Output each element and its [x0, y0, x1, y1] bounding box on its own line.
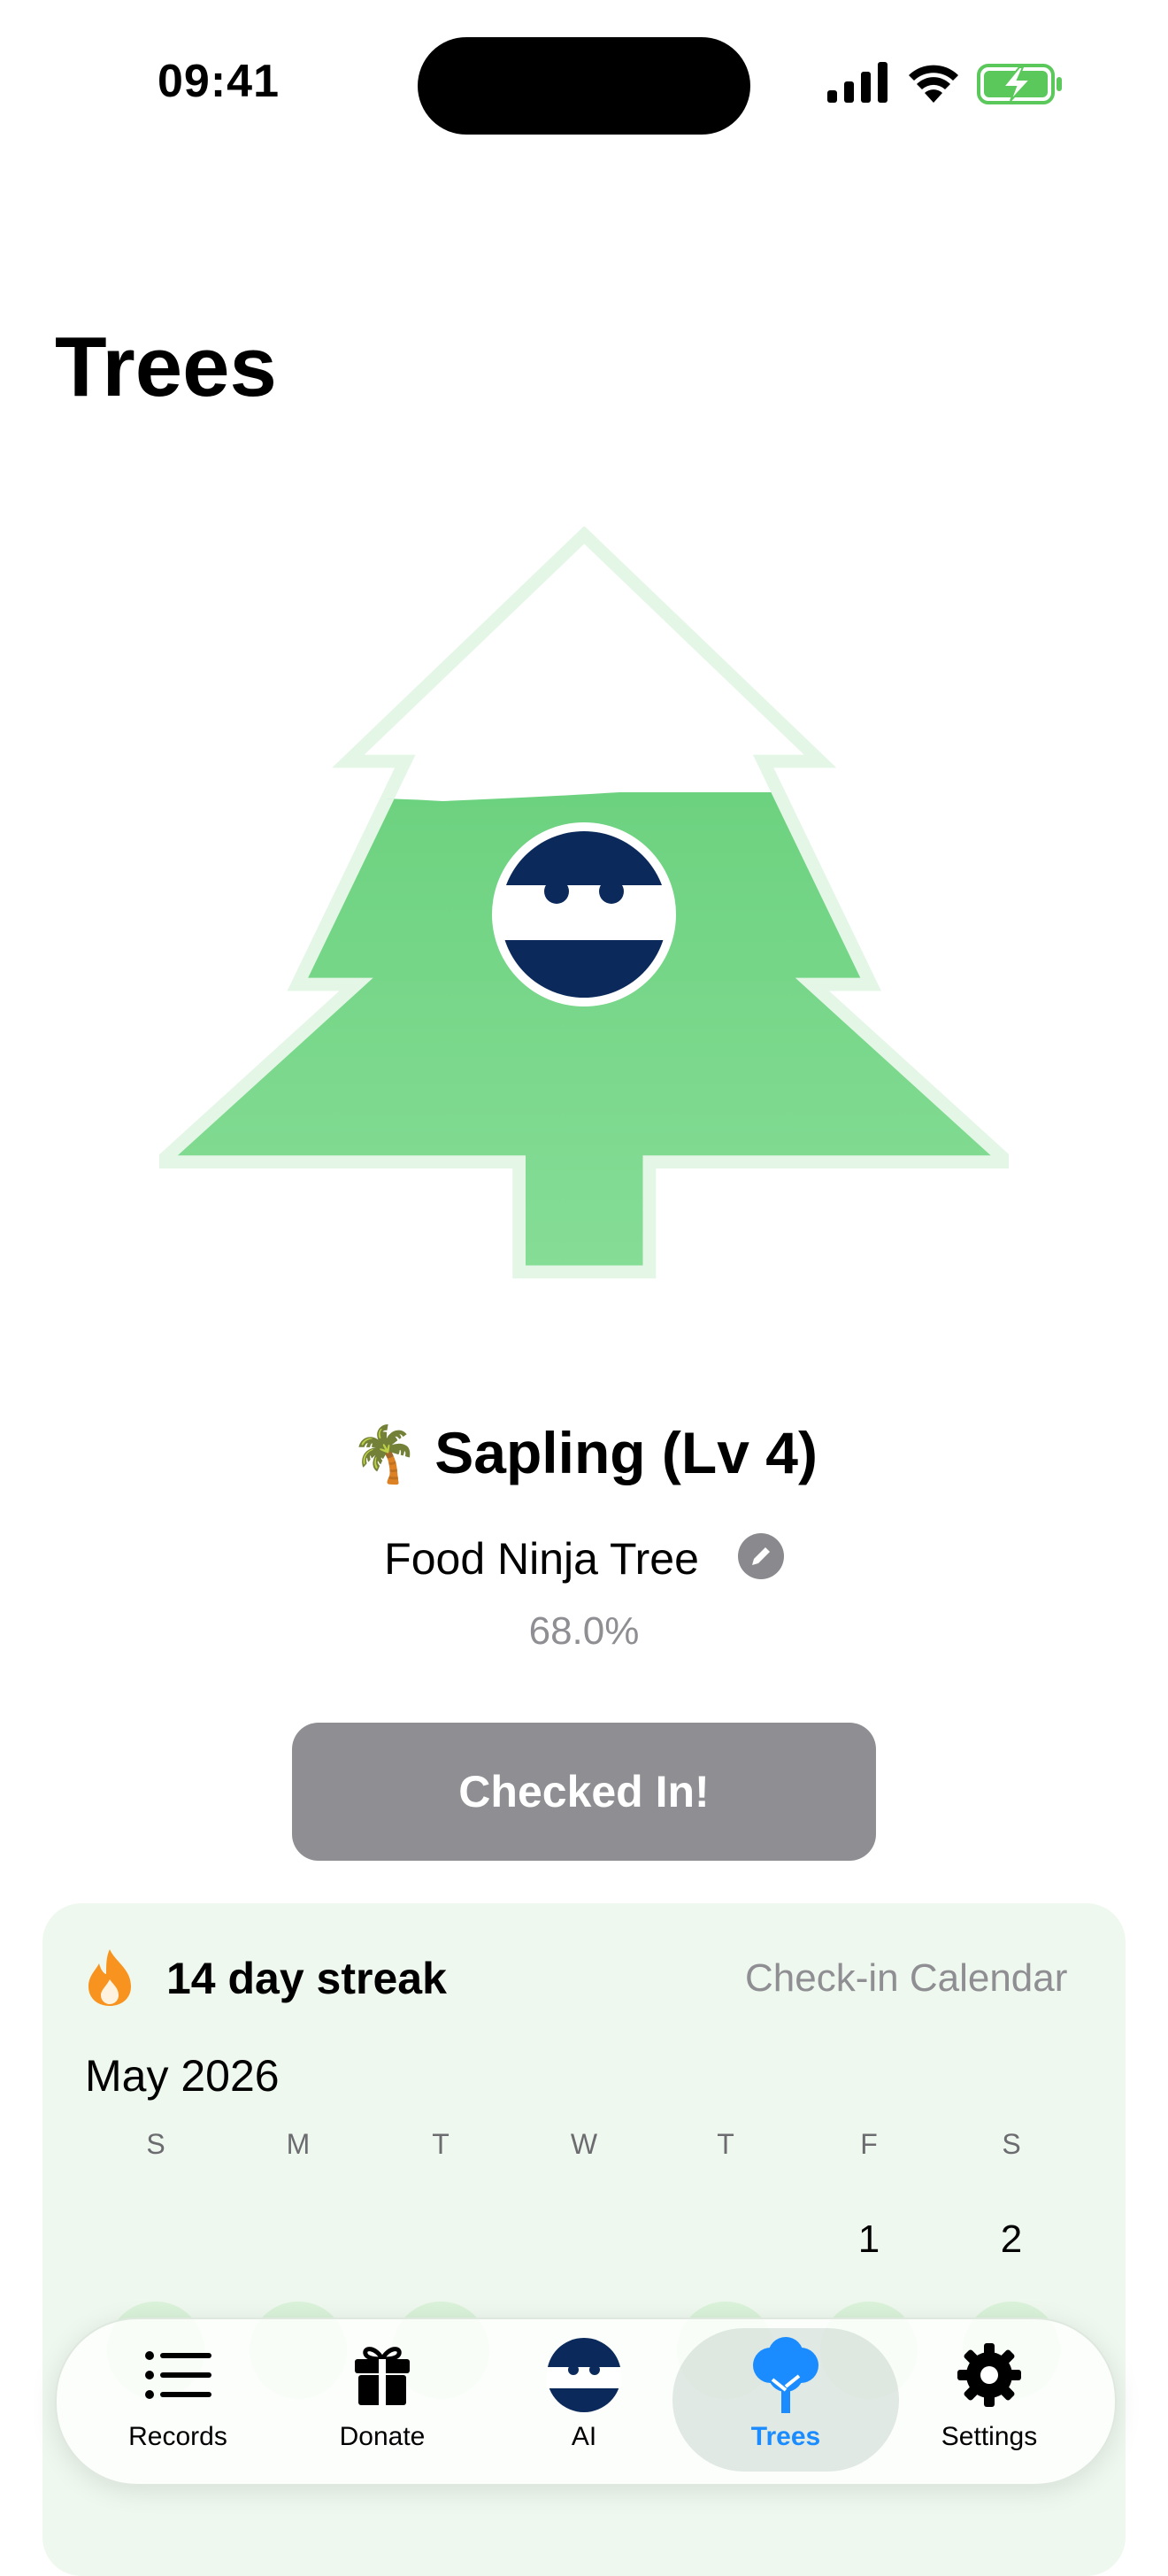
checked-in-button[interactable]: Checked In! [292, 1723, 876, 1861]
growth-percentage: 68.0% [528, 1609, 640, 1653]
weekday-header: W [570, 2128, 598, 2160]
status-time: 09:41 [158, 56, 280, 107]
gift-icon [355, 2347, 410, 2405]
tab-trees[interactable]: Trees [688, 2337, 883, 2452]
streak-label: 14 day streak [166, 1954, 447, 2003]
weekday-header: T [717, 2128, 734, 2160]
tab-label: Donate [339, 2422, 426, 2451]
check-in-calendar-link[interactable]: Check-in Calendar [745, 1956, 1067, 2001]
calendar-month: May 2026 [85, 2051, 280, 2101]
tab-label: Trees [750, 2422, 821, 2451]
list-icon [145, 2351, 211, 2399]
battery-charging-icon [977, 64, 1062, 104]
pencil-icon [751, 1547, 770, 1565]
ninja-icon [547, 2338, 621, 2412]
wifi-icon [909, 65, 958, 103]
flame-icon [88, 1949, 131, 2006]
weekday-header: S [1002, 2128, 1021, 2160]
gear-icon [957, 2343, 1021, 2407]
dynamic-island [418, 37, 750, 135]
tab-records[interactable]: Records [81, 2337, 275, 2452]
tree-name: Food Ninja Tree [384, 1534, 699, 1584]
weekday-header: S [146, 2128, 165, 2160]
tab-settings[interactable]: Settings [892, 2337, 1087, 2452]
ninja-badge-icon [492, 822, 676, 1006]
cellular-signal-icon [827, 62, 888, 103]
tab-donate[interactable]: Donate [285, 2337, 480, 2452]
page-title: Trees [55, 320, 277, 414]
tab-label: Settings [941, 2422, 1038, 2451]
tab-ai[interactable]: AI [487, 2337, 681, 2452]
tree-illustration [159, 527, 1009, 1279]
tab-label: Records [128, 2422, 227, 2451]
calendar-day[interactable]: 1 [834, 2217, 904, 2262]
palm-tree-icon: 🌴 [350, 1424, 419, 1485]
tree-name-row: Food Ninja Tree [0, 1533, 1168, 1585]
tree-icon [753, 2337, 818, 2413]
tab-label: AI [571, 2422, 597, 2451]
edit-name-button[interactable] [737, 1533, 784, 1579]
calendar-day[interactable]: 2 [976, 2217, 1047, 2262]
tree-level-label: Sapling (Lv 4) [434, 1420, 818, 1485]
tree-level: 🌴 Sapling (Lv 4) [0, 1419, 1168, 1487]
weekday-header: T [432, 2128, 450, 2160]
weekday-header: F [860, 2128, 878, 2160]
weekday-header: M [286, 2128, 311, 2160]
